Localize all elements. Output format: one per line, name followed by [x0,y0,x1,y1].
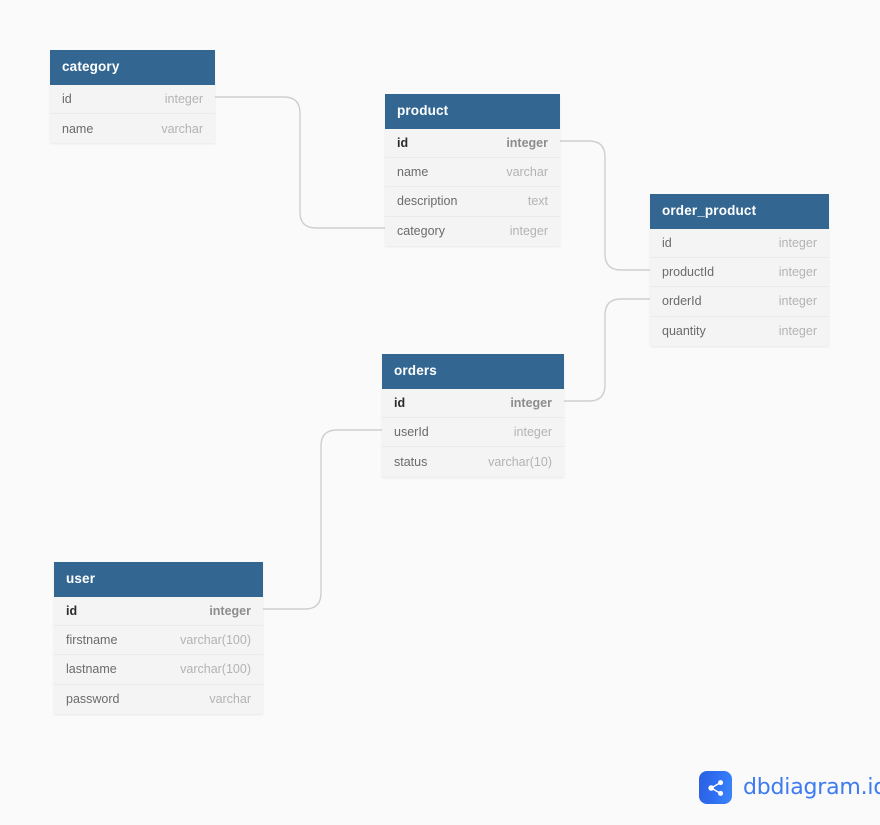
field-type: integer [778,294,817,309]
field-type: integer [506,135,548,150]
field-type: varchar [161,121,203,136]
field-row[interactable]: status varchar(10) [382,447,564,477]
table-category[interactable]: category id integer name varchar [50,50,215,144]
field-name: status [394,454,428,469]
field-name: id [62,91,72,106]
diagram-canvas[interactable]: category id integer name varchar product id int… [0,0,880,825]
field-name: firstname [66,633,118,648]
field-type: integer [778,324,817,339]
field-row[interactable]: description text [385,187,560,217]
field-row[interactable]: id integer [385,128,560,158]
field-row[interactable]: id integer [54,596,263,626]
field-type: integer [209,603,251,618]
field-name: category [397,224,445,239]
table-product[interactable]: product id integer name varchar description te… [385,94,560,247]
field-type: varchar(100) [180,662,251,677]
field-name: id [397,135,409,150]
field-type: integer [778,265,817,280]
field-row[interactable]: quantity integer [650,316,829,347]
field-name: lastname [66,662,117,677]
field-row[interactable]: name varchar [50,113,215,144]
table-order_product[interactable]: order_product id integer productId integer or… [650,194,829,347]
field-name: name [397,165,429,180]
table-header-order_product[interactable]: order_product [650,194,829,229]
field-name: description [397,194,458,209]
dbdiagram-logo[interactable]: dbdiagram.io [699,771,880,804]
field-row[interactable]: orderId integer [650,287,829,317]
field-name: password [66,692,120,707]
field-name: id [66,603,78,618]
field-type: varchar(10) [488,454,552,469]
field-name: orderId [662,294,702,309]
field-row[interactable]: lastname varchar(100) [54,655,263,685]
table-header-user[interactable]: user [54,562,263,597]
field-type: varchar(100) [180,633,251,648]
field-name: id [662,235,672,250]
field-row[interactable]: productId integer [650,257,829,288]
field-type: integer [164,91,203,106]
field-row[interactable]: name varchar [385,157,560,188]
field-row[interactable]: category integer [385,216,560,247]
field-type: integer [513,425,552,440]
field-row[interactable]: userId integer [382,417,564,448]
table-header-orders[interactable]: orders [382,354,564,389]
field-row[interactable]: password varchar [54,684,263,715]
field-row[interactable]: firstname varchar(100) [54,625,263,656]
table-user[interactable]: user id integer firstname varchar(100) lastna… [54,562,263,715]
field-name: productId [662,265,715,280]
field-name: userId [394,425,429,440]
field-type: varchar [506,165,548,180]
field-name: name [62,121,94,136]
field-row[interactable]: id integer [50,84,215,114]
field-type: integer [509,224,548,239]
field-name: id [394,395,406,410]
relationship-category-product[interactable] [214,96,386,229]
table-header-product[interactable]: product [385,94,560,129]
relationship-orders-order_product[interactable] [563,298,651,402]
field-row[interactable]: id integer [650,228,829,258]
field-row[interactable]: id integer [382,388,564,418]
field-type: integer [778,235,817,250]
table-header-category[interactable]: category [50,50,215,85]
brand-label: dbdiagram.io [743,775,880,800]
relationship-product-order_product[interactable] [559,140,651,271]
share-nodes-icon [699,771,732,804]
field-type: text [527,194,548,209]
field-name: quantity [662,324,706,339]
field-type: integer [510,395,552,410]
table-orders[interactable]: orders id integer userId integer status varcha… [382,354,564,477]
field-type: varchar [209,692,251,707]
relationship-user-orders[interactable] [262,429,383,610]
